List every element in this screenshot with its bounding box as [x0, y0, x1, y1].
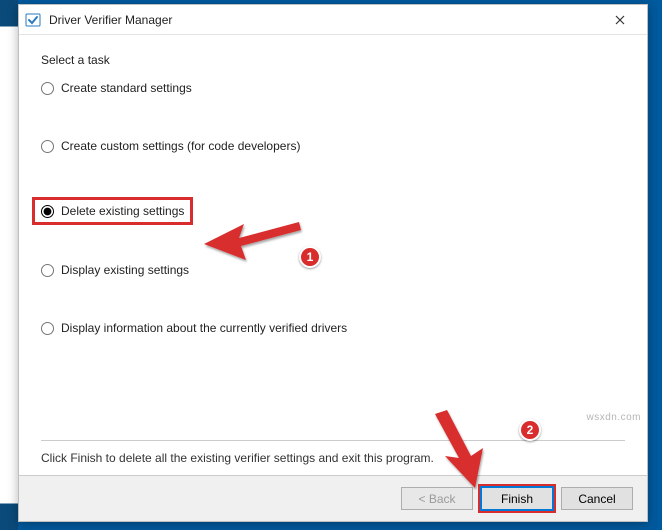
radio-label: Create standard settings [61, 81, 192, 95]
watermark-text: wsxdn.com [586, 412, 641, 423]
finish-button[interactable]: Finish [481, 487, 553, 510]
cancel-button[interactable]: Cancel [561, 487, 633, 510]
option-create-standard[interactable]: Create standard settings [41, 81, 625, 95]
radio-create-standard[interactable] [41, 82, 54, 95]
instruction-text: Click Finish to delete all the existing … [41, 441, 625, 465]
button-bar: < Back Finish Cancel [19, 475, 647, 521]
options-group: Create standard settings Create custom s… [41, 81, 625, 434]
radio-label: Display information about the currently … [61, 321, 347, 335]
content-area: Select a task Create standard settings C… [19, 35, 647, 475]
radio-display-existing[interactable] [41, 264, 54, 277]
back-button: < Back [401, 487, 473, 510]
radio-delete-existing[interactable] [41, 205, 54, 218]
close-button[interactable] [599, 6, 641, 34]
desktop-background-strip [0, 0, 18, 530]
task-label: Select a task [41, 53, 625, 67]
driver-verifier-window: Driver Verifier Manager Select a task Cr… [18, 4, 648, 522]
window-title: Driver Verifier Manager [49, 13, 599, 27]
radio-label: Delete existing settings [61, 204, 184, 218]
radio-create-custom[interactable] [41, 140, 54, 153]
titlebar: Driver Verifier Manager [19, 5, 647, 35]
radio-label: Create custom settings (for code develop… [61, 139, 300, 153]
app-icon [25, 12, 41, 28]
option-display-existing[interactable]: Display existing settings [41, 263, 625, 277]
close-icon [615, 15, 625, 25]
option-create-custom[interactable]: Create custom settings (for code develop… [41, 139, 625, 153]
option-display-info[interactable]: Display information about the currently … [41, 321, 625, 335]
radio-display-info[interactable] [41, 322, 54, 335]
radio-label: Display existing settings [61, 263, 189, 277]
option-delete-existing[interactable]: Delete existing settings [32, 197, 193, 225]
